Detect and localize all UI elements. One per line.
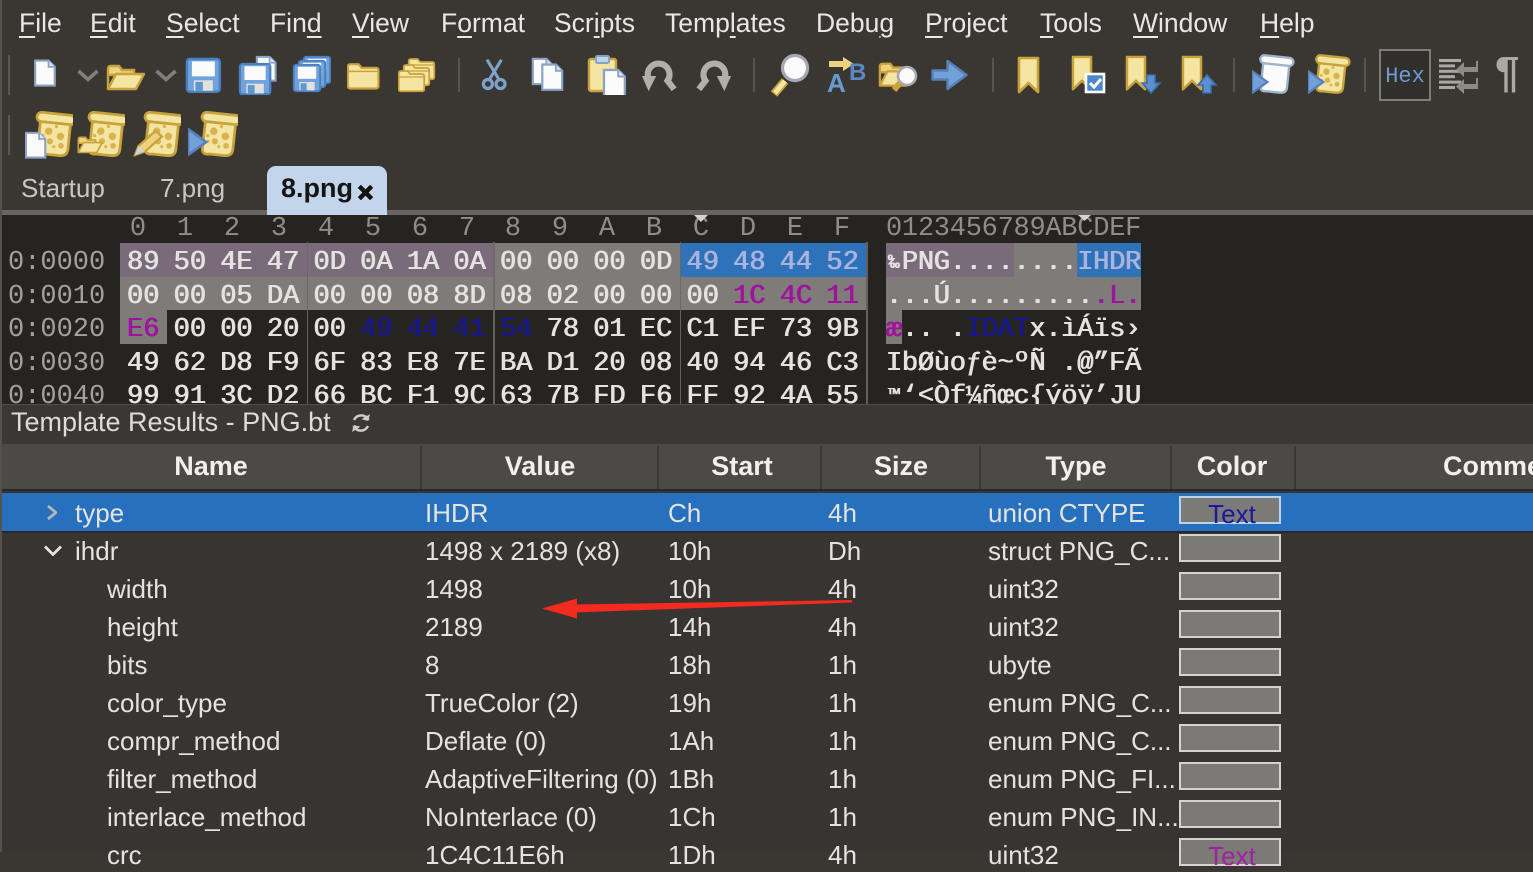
svg-text:A: A: [827, 68, 846, 96]
svg-text:B: B: [849, 59, 866, 86]
